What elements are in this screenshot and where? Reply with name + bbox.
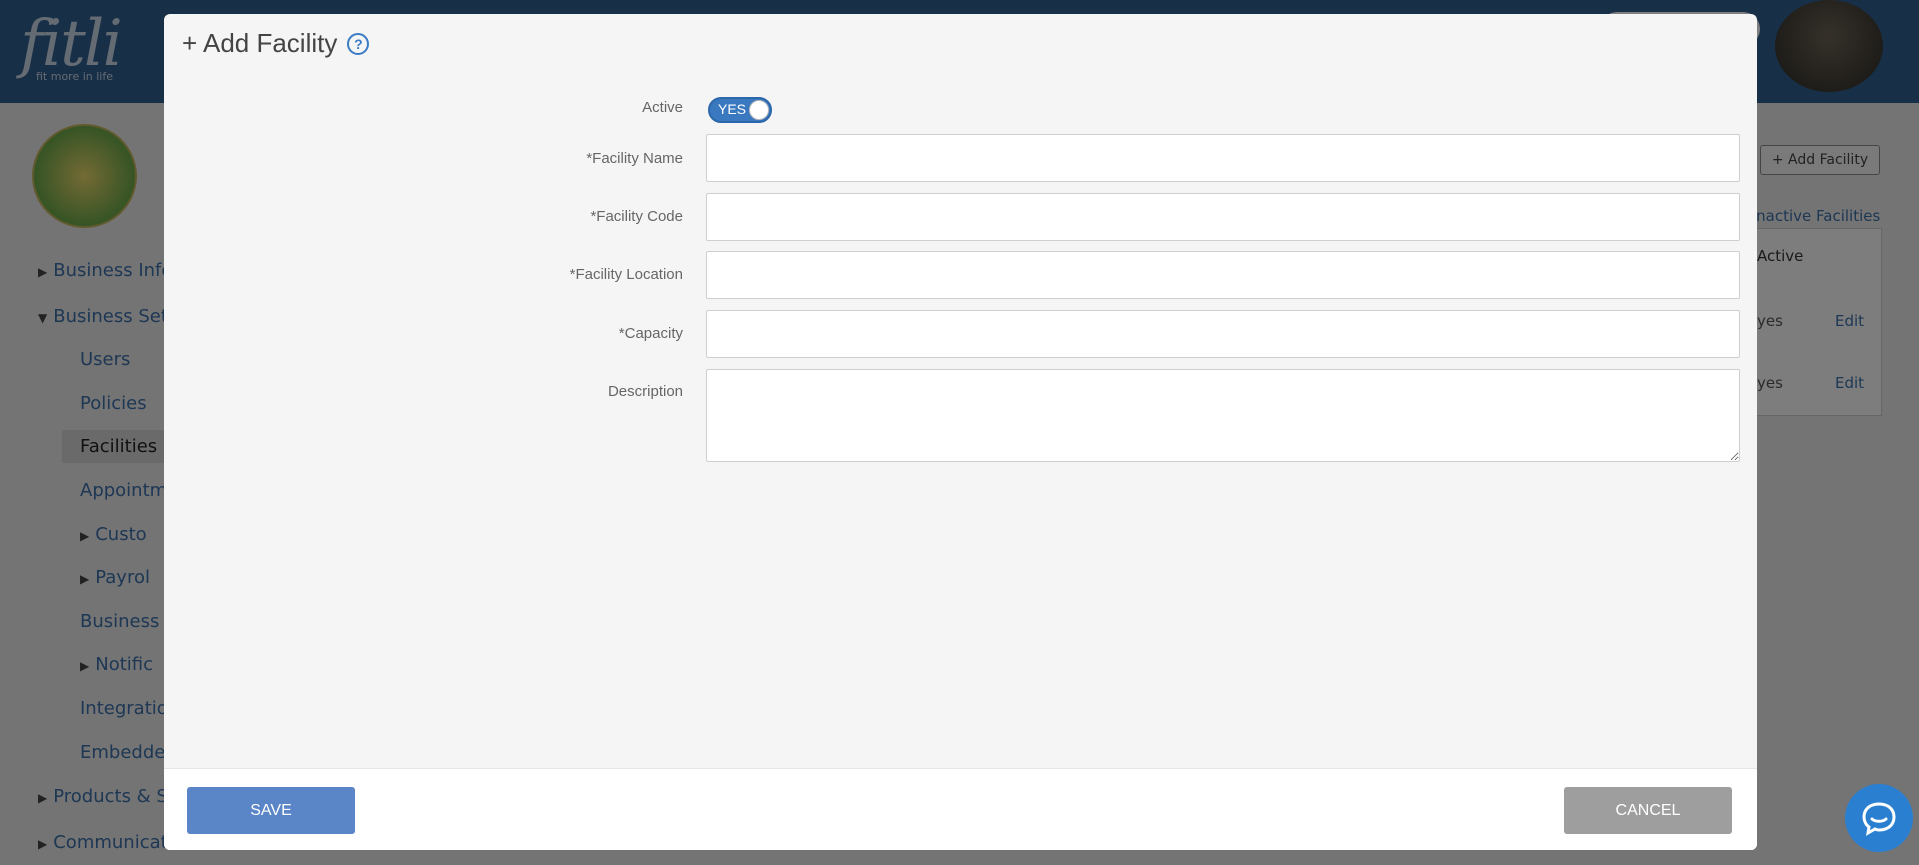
facility-location-label: *Facility Location (569, 266, 683, 283)
save-button[interactable]: SAVE (187, 787, 355, 834)
facility-location-input[interactable] (706, 251, 1740, 299)
cancel-button[interactable]: CANCEL (1564, 787, 1732, 834)
active-toggle[interactable]: YES (708, 97, 772, 123)
facility-name-label: *Facility Name (586, 150, 683, 167)
help-circle-icon[interactable]: ? (347, 32, 370, 55)
capacity-label: *Capacity (618, 325, 683, 342)
chat-bubble-icon (1862, 802, 1896, 836)
facility-name-input[interactable] (706, 134, 1740, 182)
facility-code-input[interactable] (706, 193, 1740, 241)
chat-button[interactable] (1845, 784, 1913, 852)
modal-title-text: + Add Facility (182, 28, 338, 58)
description-textarea[interactable] (706, 369, 1740, 462)
facility-code-label: *Facility Code (590, 208, 683, 225)
modal-footer: SAVE CANCEL (164, 768, 1757, 850)
capacity-input[interactable] (706, 310, 1740, 358)
active-label: Active (642, 99, 683, 116)
add-facility-modal: + Add Facility ? Active YES *Facility Na… (164, 14, 1757, 850)
modal-title: + Add Facility ? (182, 28, 370, 59)
toggle-text: YES (718, 101, 747, 117)
description-label: Description (607, 383, 683, 400)
toggle-knob (749, 100, 769, 120)
